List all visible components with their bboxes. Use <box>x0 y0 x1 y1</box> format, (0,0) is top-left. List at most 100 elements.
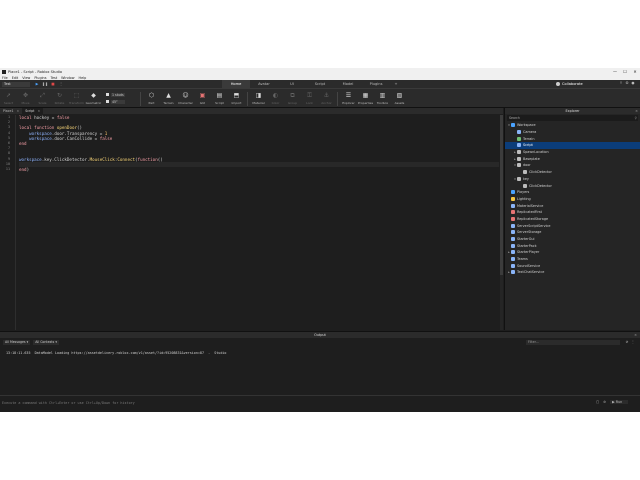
explorer-item-starterpack[interactable]: StarterPack <box>505 242 640 249</box>
rotate-snap-checkbox[interactable] <box>106 100 109 103</box>
explorer-item-teams[interactable]: Teams <box>505 256 640 263</box>
output-filter-input[interactable]: Filter... <box>526 340 620 345</box>
more-icon[interactable]: ⋮ <box>630 340 636 344</box>
run-button[interactable]: ▶ Run <box>610 400 629 404</box>
play-icon[interactable]: ▶ <box>33 82 41 86</box>
explorer-item-textchatservice[interactable]: ▸ TextChatService <box>505 269 640 276</box>
menu-view[interactable]: View <box>22 76 30 80</box>
close-button[interactable]: ✕ <box>630 69 640 74</box>
maximize-button[interactable]: ☐ <box>620 69 630 74</box>
explorer-search-input[interactable]: Search ⚲ <box>507 115 638 121</box>
lock-tool[interactable]: ⚿ Lock <box>301 92 318 105</box>
explorer-item-spawnlocation[interactable]: ▸ SpawnLocation <box>505 149 640 156</box>
gui-tool[interactable]: ▣ GUI <box>194 92 211 105</box>
scrollbar-thumb[interactable] <box>500 115 503 275</box>
clear-command-icon[interactable]: ⊘ <box>603 400 606 404</box>
doc-tab-place1[interactable]: Place1 × <box>0 108 22 114</box>
assets-tool[interactable]: ▧ Assets <box>391 92 408 105</box>
select-tool[interactable]: ➚ Select <box>0 92 17 105</box>
material-tool[interactable]: ◨ Material <box>250 92 267 105</box>
anchor-tool[interactable]: ⚓ Anchor <box>318 92 335 105</box>
color-tool[interactable]: ◐ Color <box>267 92 284 105</box>
move-snap-checkbox[interactable] <box>106 93 109 96</box>
explorer-item-clickdetector[interactable]: ClickDetector <box>505 169 640 176</box>
explorer-title: Explorer <box>565 109 580 113</box>
editor-scrollbar[interactable] <box>500 115 503 330</box>
tab-plugins[interactable]: Plugins <box>362 80 390 88</box>
terrain-tool[interactable]: ▲ Terrain <box>160 92 177 105</box>
rotate-snap-field[interactable]: 45° <box>111 99 125 104</box>
explorer-item-label: StarterPlayer <box>517 250 540 255</box>
filter-icon[interactable]: ⚲ <box>635 115 637 121</box>
character-tool[interactable]: ☺ Character <box>177 92 194 105</box>
terrain-icon: ▲ <box>166 92 171 99</box>
properties-tool[interactable]: ▦ Properties <box>357 92 374 105</box>
tab-script[interactable]: Script <box>306 80 334 88</box>
tab-home[interactable]: Home <box>222 80 250 88</box>
contexts-filter-dropdown[interactable]: All Contexts ▾ <box>33 340 59 345</box>
user-icon[interactable]: ● <box>630 81 636 85</box>
collaborate-button[interactable]: Collaborate <box>556 81 583 87</box>
rotate-tool[interactable]: ↻ Rotate <box>51 92 68 105</box>
anchor-icon: ⚓ <box>323 92 330 99</box>
close-icon[interactable]: × <box>17 108 20 114</box>
close-icon[interactable]: × <box>635 108 638 114</box>
script-tool[interactable]: ▤ Script <box>211 92 228 105</box>
pause-icon[interactable]: ❚❚ <box>41 82 49 86</box>
group-tool[interactable]: ⧉ Group <box>284 92 301 105</box>
explorer-item-key[interactable]: ▾ key <box>505 176 640 183</box>
code-lines[interactable]: local hockey = false local function open… <box>19 115 499 172</box>
explorer-item-camera[interactable]: Camera <box>505 129 640 136</box>
more-icon[interactable]: ⋮ <box>57 82 65 86</box>
explorer-item-script[interactable]: Script <box>505 142 640 149</box>
explorer-item-replicatedfirst[interactable]: ReplicatedFirst <box>505 209 640 216</box>
part-tool[interactable]: ⬡ Part <box>143 92 160 105</box>
explorer-item-label: SpawnLocation <box>523 150 549 155</box>
menu-file[interactable]: File <box>2 76 8 80</box>
messages-filter-label: All Messages <box>5 340 26 344</box>
explorer-item-door[interactable]: ▾ door <box>505 162 640 169</box>
menu-plugins[interactable]: Plugins <box>34 76 46 80</box>
code-line[interactable]: end) <box>19 167 499 172</box>
explorer-item-terrain[interactable]: Terrain <box>505 135 640 142</box>
tab-model[interactable]: Model <box>334 80 362 88</box>
messages-filter-dropdown[interactable]: All Messages ▾ <box>3 340 31 345</box>
properties-tool-label: Properties <box>357 101 374 105</box>
toolbox-tool[interactable]: ▥ Toolbox <box>374 92 391 105</box>
explorer-item-baseplate[interactable]: ▸ Baseplate <box>505 155 640 162</box>
explorer-panel: Explorer × Search ⚲ ▾ Workspace Camera Terr… <box>504 108 640 330</box>
explorer-item-players[interactable]: Players <box>505 189 640 196</box>
explorer-item-clickdetector[interactable]: ClickDetector <box>505 182 640 189</box>
menu-test[interactable]: Test <box>50 76 57 80</box>
tab-ui[interactable]: UI <box>278 80 306 88</box>
mode-selector[interactable]: Test <box>2 81 30 87</box>
move-tool[interactable]: ✥ Move <box>17 92 34 105</box>
geometric-tool[interactable]: ◆ Geometric <box>85 92 102 105</box>
explorer-item-starterplayer[interactable]: ▸ StarterPlayer <box>505 249 640 256</box>
explorer-item-materialservice[interactable]: MaterialService <box>505 202 640 209</box>
explorer-item-startergui[interactable]: StarterGui <box>505 236 640 243</box>
explorer-item-replicatedstorage[interactable]: ReplicatedStorage <box>505 216 640 223</box>
menu-window[interactable]: Window <box>61 76 74 80</box>
close-icon[interactable]: × <box>37 108 40 114</box>
command-input[interactable]: Execute a command with Ctrl+Enter or use… <box>2 400 590 406</box>
scale-tool[interactable]: ⤢ Scale <box>34 92 51 105</box>
explorer-item-serverscriptservice[interactable]: ServerScriptService <box>505 222 640 229</box>
explorer-item-serverstorage[interactable]: ServerStorage <box>505 229 640 236</box>
stop-icon[interactable]: ■ <box>49 82 57 86</box>
code-area[interactable]: 1 2 3 4 5 6 7 8 9 10 11 local hockey = f… <box>0 115 500 330</box>
explorer-item-soundservice[interactable]: SoundService <box>505 262 640 269</box>
transform-tool[interactable]: ⬚ Transform <box>68 92 85 105</box>
menu-help[interactable]: Help <box>79 76 87 80</box>
minimize-button[interactable]: — <box>610 69 620 74</box>
history-icon[interactable]: ▢ <box>596 400 599 404</box>
tabs-overflow-icon[interactable]: + <box>390 80 402 88</box>
import-tool[interactable]: ⬒ Import <box>228 92 245 105</box>
explorer-item-workspace[interactable]: ▾ Workspace <box>505 122 640 129</box>
explorer-item-lighting[interactable]: Lighting <box>505 196 640 203</box>
menu-edit[interactable]: Edit <box>12 76 19 80</box>
tab-avatar[interactable]: Avatar <box>250 80 278 88</box>
explorer-tool[interactable]: ☰ Explorer <box>340 92 357 105</box>
doc-tab-script[interactable]: Script × <box>22 108 44 114</box>
move-snap-field[interactable]: 1 studs <box>111 92 125 97</box>
